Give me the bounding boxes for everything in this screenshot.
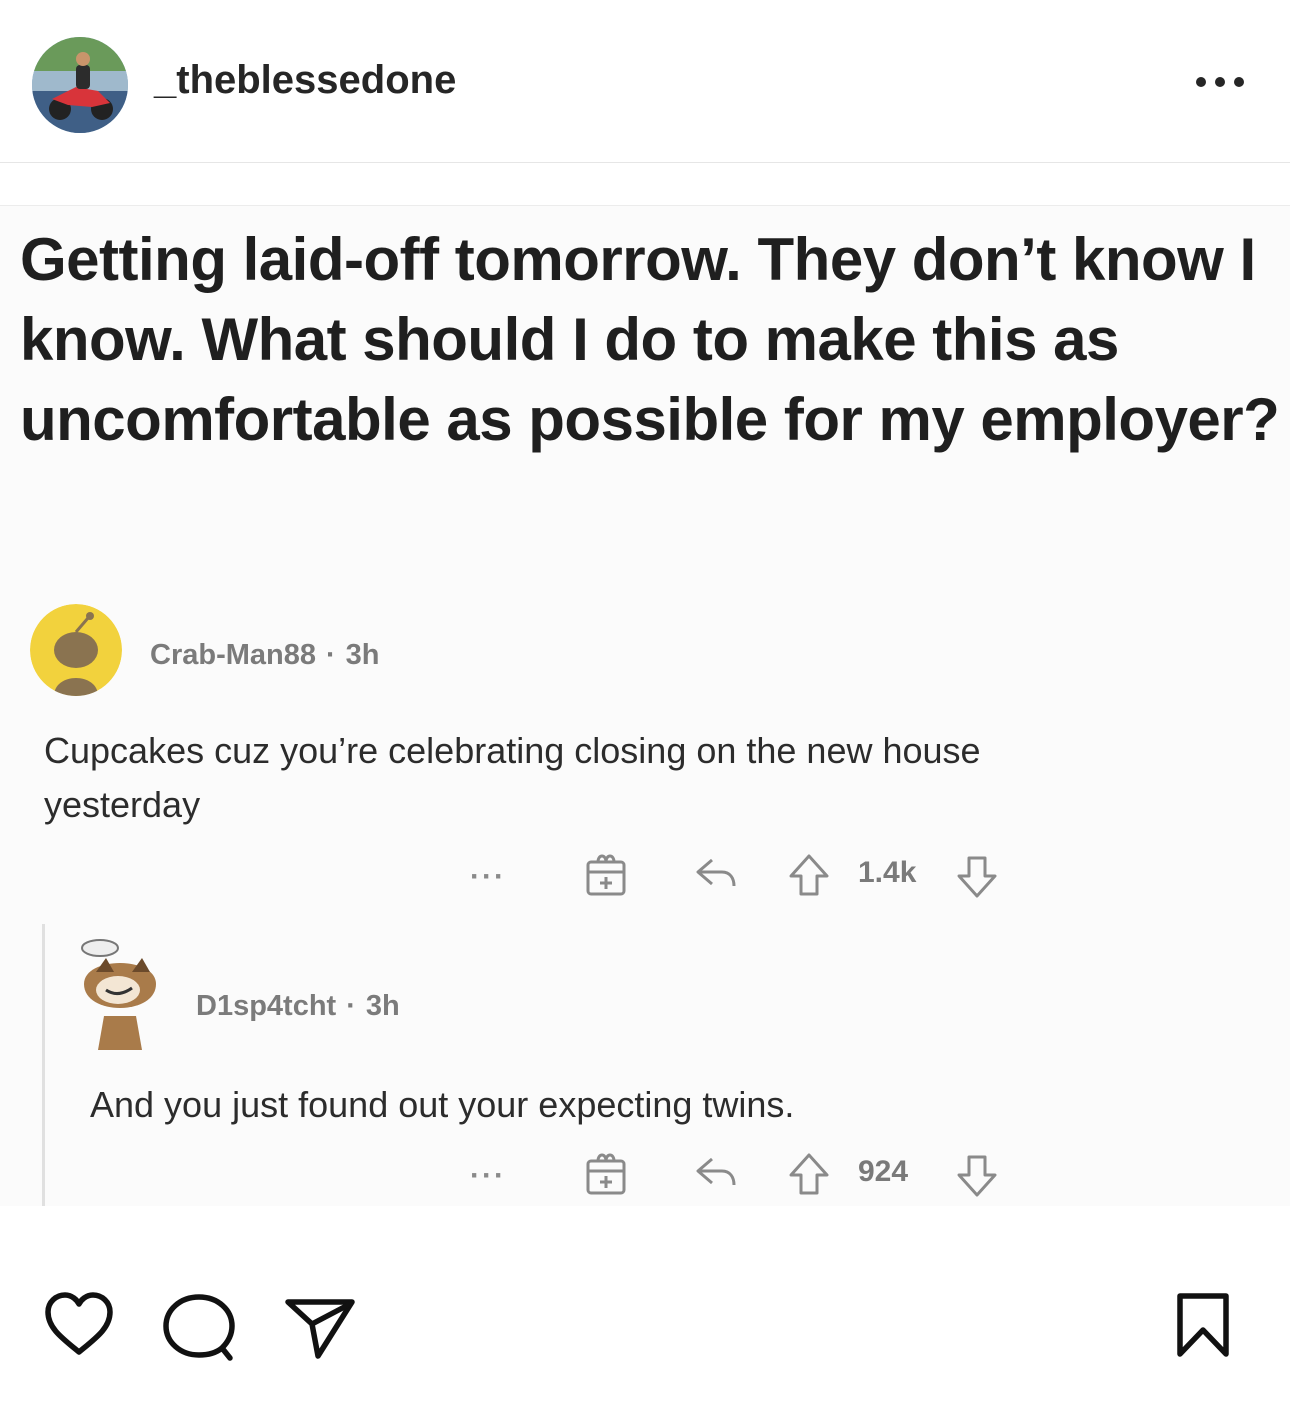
- award-icon[interactable]: [582, 850, 630, 898]
- comment-author[interactable]: Crab-Man88: [150, 639, 316, 671]
- avatar[interactable]: [32, 37, 128, 133]
- downvote-icon[interactable]: [954, 1153, 1000, 1199]
- meta-separator: ·: [326, 639, 336, 671]
- award-icon[interactable]: [582, 1149, 630, 1197]
- username[interactable]: _theblessedone: [154, 58, 456, 103]
- vote-count: 924: [858, 1155, 909, 1188]
- comment-meta: D1sp4tcht · 3h: [196, 990, 400, 1023]
- comment-body: And you just found out your expecting tw…: [90, 1084, 795, 1125]
- comment-more-button[interactable]: ···: [470, 1159, 506, 1193]
- comment-icon[interactable]: [162, 1292, 236, 1364]
- meta-separator: ·: [346, 990, 356, 1022]
- reply-icon[interactable]: [692, 852, 740, 896]
- bookmark-icon[interactable]: [1174, 1290, 1232, 1360]
- comment-action-bar: ··· 1.4k: [470, 850, 1030, 898]
- comment-author[interactable]: D1sp4tcht: [196, 990, 336, 1022]
- comment-age: 3h: [365, 990, 400, 1022]
- comment-more-button[interactable]: ···: [470, 860, 506, 894]
- reply-icon[interactable]: [692, 1151, 740, 1195]
- post-image: Getting laid-off tomorrow. They don’t kn…: [0, 205, 1290, 1206]
- commenter-avatar: [30, 604, 122, 696]
- thread-line: [42, 924, 45, 1206]
- profile-photo-icon: [32, 37, 128, 133]
- commenter-avatar: [76, 938, 172, 1058]
- more-options-icon[interactable]: [1196, 64, 1256, 100]
- upvote-icon[interactable]: [786, 852, 832, 898]
- heart-icon[interactable]: [42, 1290, 116, 1358]
- send-icon[interactable]: [284, 1296, 356, 1362]
- downvote-icon[interactable]: [954, 854, 1000, 900]
- vote-count: 1.4k: [858, 856, 917, 889]
- post-header: _theblessedone: [0, 0, 1290, 163]
- upvote-icon[interactable]: [786, 1151, 832, 1197]
- comment-meta: Crab-Man88 · 3h: [150, 639, 380, 672]
- comment-action-bar: ··· 924: [470, 1149, 1030, 1197]
- snoo-avatar-icon: [30, 604, 122, 696]
- post-actions: [0, 1290, 1290, 1370]
- snoo-chef-avatar-icon: [81, 939, 156, 1050]
- comment-age: 3h: [345, 639, 380, 671]
- reddit-post-title: Getting laid-off tomorrow. They don’t kn…: [20, 226, 1280, 453]
- comment-body: Cupcakes cuz you’re celebrating closing …: [44, 730, 981, 825]
